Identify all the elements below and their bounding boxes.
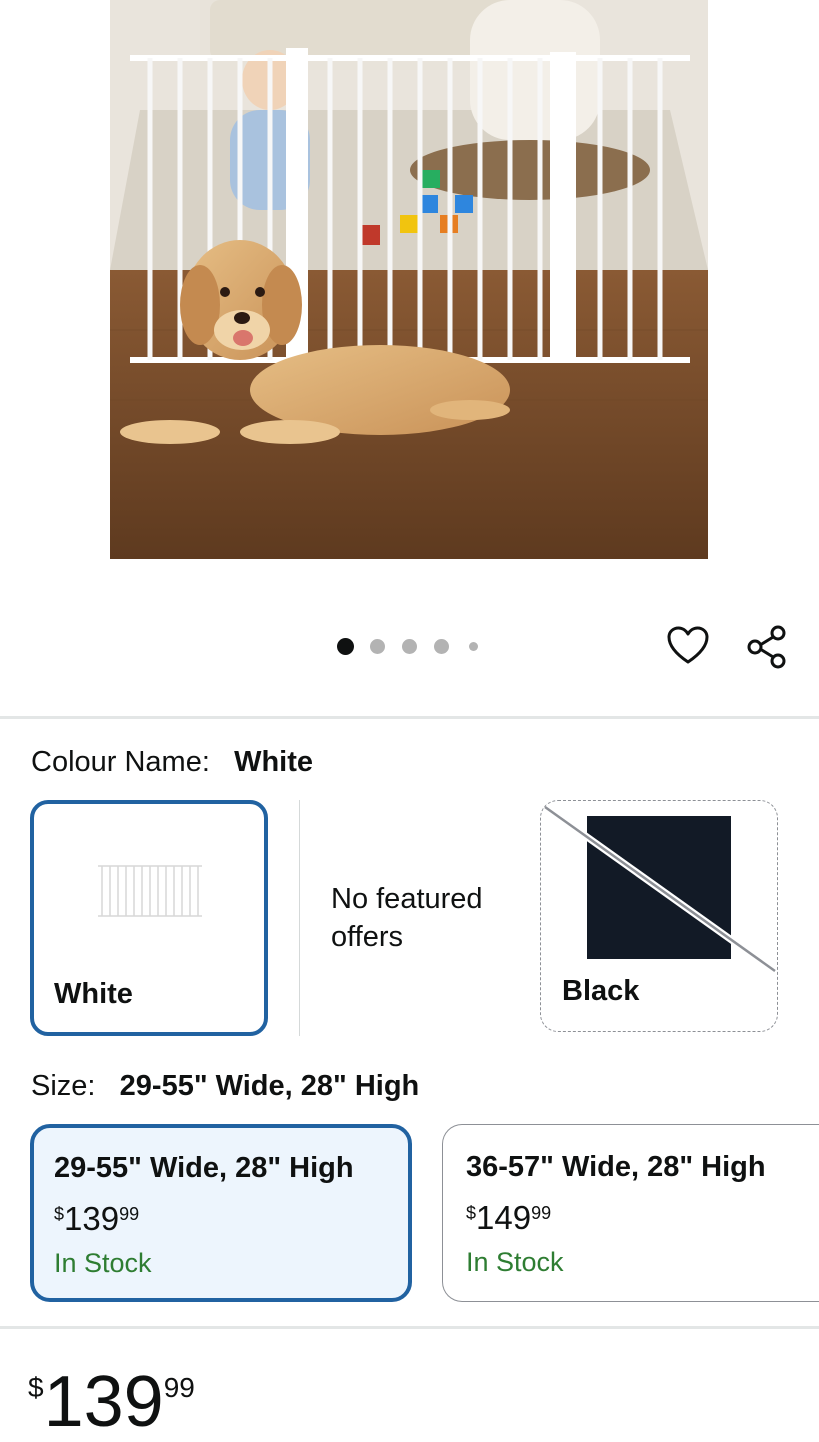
carousel-dot-3[interactable]: [402, 639, 417, 654]
colour-label-text: Colour Name:: [31, 746, 210, 778]
colour-swatch-black[interactable]: Black: [540, 800, 778, 1032]
stock-status: In Stock: [466, 1247, 564, 1277]
currency-symbol: $: [54, 1204, 65, 1224]
colour-swatch-white-label: White: [54, 978, 133, 1010]
size-selected-value: 29-55" Wide, 28" High: [119, 1070, 420, 1102]
main-price-whole: 139: [43, 1362, 164, 1442]
swatch-separator: [299, 800, 300, 1036]
main-price-fraction: 99: [163, 1372, 195, 1403]
price-whole: 149: [476, 1199, 532, 1236]
size-label-text: Size:: [31, 1070, 96, 1102]
no-featured-offers-text: No featured offers: [331, 883, 483, 953]
price-whole: 139: [64, 1200, 120, 1237]
section-divider: [0, 1326, 819, 1329]
main-price-currency: $: [28, 1372, 44, 1403]
size-option-36-57[interactable]: 36-57" Wide, 28" High $14999 In Stock: [442, 1124, 819, 1302]
colour-swatch-white[interactable]: White: [30, 800, 268, 1036]
heart-outline-icon[interactable]: [664, 622, 712, 670]
size-option-price: $14999: [466, 1199, 551, 1237]
colour-label: Colour Name: White: [31, 746, 313, 779]
share-icon[interactable]: [742, 622, 792, 672]
size-option-29-55[interactable]: 29-55" Wide, 28" High $13999 In Stock: [30, 1124, 412, 1302]
size-label: Size: 29-55" Wide, 28" High: [31, 1070, 419, 1103]
carousel-dot-5[interactable]: [469, 642, 478, 651]
price-fraction: 99: [119, 1204, 140, 1224]
carousel-dot-1[interactable]: [337, 638, 354, 655]
colour-swatch-black-label: Black: [562, 975, 640, 1007]
main-price: $13999: [28, 1362, 195, 1442]
white-gate-thumbnail: [98, 865, 202, 917]
carousel-dot-4[interactable]: [434, 639, 449, 654]
price-fraction: 99: [531, 1203, 552, 1223]
size-option-price: $13999: [54, 1200, 139, 1238]
size-option-title: 29-55" Wide, 28" High: [54, 1152, 354, 1184]
carousel-dot-2[interactable]: [370, 639, 385, 654]
size-option-title: 36-57" Wide, 28" High: [466, 1151, 766, 1183]
colour-selected-value: White: [234, 746, 314, 778]
currency-symbol: $: [466, 1203, 477, 1223]
stock-status: In Stock: [54, 1248, 152, 1278]
product-image[interactable]: [110, 0, 708, 559]
section-divider: [0, 716, 819, 719]
image-carousel-dots[interactable]: [330, 630, 490, 662]
